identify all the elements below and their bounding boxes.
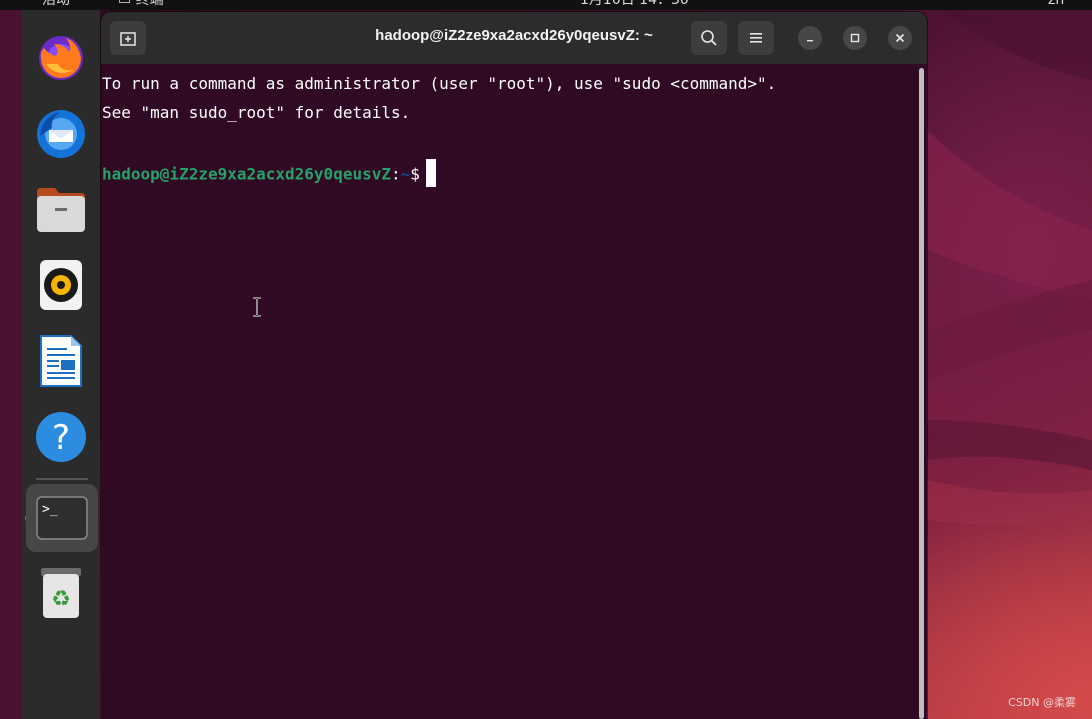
trash-icon: ♻ <box>41 568 81 618</box>
terminal-prompt-line: hadoop@iZ2ze9xa2acxd26y0qeusvZ:~$ <box>102 159 436 189</box>
terminal-output[interactable]: To run a command as administrator (user … <box>101 64 917 719</box>
menu-button[interactable] <box>738 21 774 55</box>
thunderbird-icon <box>37 110 85 158</box>
hamburger-menu-icon <box>750 33 762 43</box>
title-bar[interactable]: hadoop@iZ2ze9xa2acxd26y0qeusvZ: ~ <box>101 12 927 64</box>
search-button[interactable] <box>691 21 727 55</box>
maximize-icon <box>850 33 860 43</box>
files-icon <box>37 188 85 232</box>
search-icon <box>701 30 717 46</box>
rhythmbox-icon <box>40 260 82 310</box>
terminal-glyph: >_ <box>42 502 58 517</box>
text-cursor <box>425 159 436 187</box>
help-glyph: ? <box>52 418 70 458</box>
dock-item-firefox[interactable] <box>32 28 90 86</box>
firefox-icon <box>39 36 83 80</box>
recycle-glyph: ♻ <box>51 587 71 612</box>
app-menu[interactable]: ▭ 终端 <box>118 0 164 9</box>
close-button[interactable] <box>888 26 912 50</box>
activities-button[interactable]: 活动 <box>42 0 70 9</box>
terminal-icon: >_ <box>36 496 88 540</box>
minimize-icon <box>807 40 813 42</box>
top-bar: 活动 ▭ 终端 1月10日 14：30 zh <box>0 0 1092 10</box>
new-tab-icon <box>120 32 136 46</box>
language-indicator[interactable]: zh <box>1048 0 1064 9</box>
prompt-symbol: $ <box>410 164 420 184</box>
dock-item-terminal[interactable]: >_ <box>26 484 98 552</box>
dock-item-trash[interactable]: ♻ <box>32 564 90 622</box>
prompt-separator: : <box>390 164 401 184</box>
prompt-path: ~ <box>400 164 411 184</box>
writer-icon <box>40 335 82 387</box>
terminal-app-icon: ▭ <box>118 0 132 8</box>
dock-item-help[interactable]: ? <box>32 408 90 466</box>
terminal-window[interactable]: hadoop@iZ2ze9xa2acxd26y0qeusvZ: ~ To run… <box>101 12 927 719</box>
dock: ? >_ ♻ <box>22 10 100 719</box>
terminal-scrollbar[interactable] <box>919 68 924 719</box>
terminal-line-1: To run a command as administrator (user … <box>102 74 777 93</box>
desktop-left-edge <box>0 10 22 719</box>
dock-item-writer[interactable] <box>32 332 90 390</box>
dock-item-rhythmbox[interactable] <box>32 256 90 314</box>
maximize-button[interactable] <box>843 26 867 50</box>
window-title: hadoop@iZ2ze9xa2acxd26y0qeusvZ: ~ <box>375 27 653 44</box>
clock[interactable]: 1月10日 14：30 <box>580 0 689 9</box>
prompt-user-host: hadoop@iZ2ze9xa2acxd26y0qeusvZ <box>102 164 391 184</box>
watermark: CSDN @柔雾 <box>1008 696 1076 709</box>
app-name-label: 终端 <box>135 0 164 8</box>
dock-item-thunderbird[interactable] <box>32 104 90 162</box>
minimize-button[interactable] <box>798 26 822 50</box>
terminal-line-2: See "man sudo_root" for details. <box>102 103 411 122</box>
close-icon <box>895 33 905 43</box>
mouse-ibeam-cursor-icon <box>252 297 262 321</box>
help-icon: ? <box>36 412 86 462</box>
dock-item-files[interactable] <box>32 180 90 238</box>
dock-separator <box>36 478 88 480</box>
new-tab-button[interactable] <box>110 21 146 55</box>
